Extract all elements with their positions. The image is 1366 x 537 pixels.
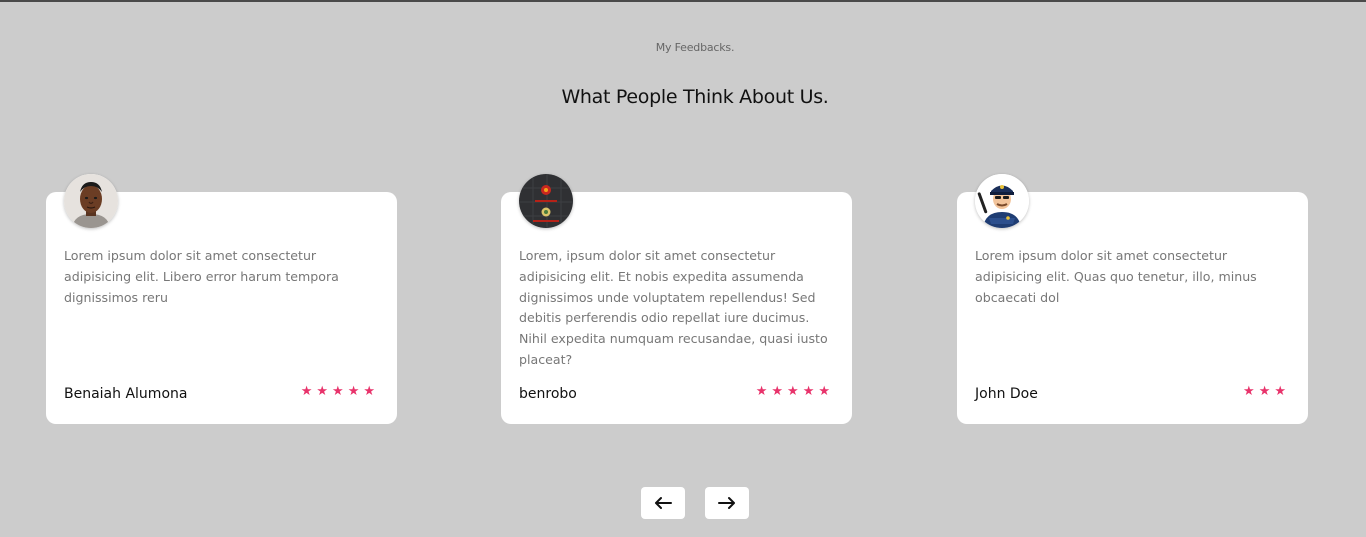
avatar: [519, 174, 573, 228]
rating-stars: ★★★: [1243, 384, 1290, 399]
police-officer-icon: [975, 174, 1029, 228]
star-icon: ★: [316, 384, 333, 399]
arrow-left-icon: [655, 497, 672, 509]
star-icon: ★: [771, 384, 788, 399]
star-icon: ★: [818, 384, 834, 399]
star-icon: ★: [300, 384, 317, 399]
star-icon: ★: [332, 384, 348, 399]
arrow-right-icon: [718, 497, 735, 509]
testimonial-author: benrobo: [519, 386, 577, 402]
testimonial-text: Lorem ipsum dolor sit amet consectetur a…: [64, 248, 339, 305]
testimonial-author: John Doe: [975, 386, 1038, 402]
robot-avatar-icon: [519, 174, 573, 228]
avatar: [64, 174, 118, 228]
previous-button[interactable]: [641, 487, 685, 519]
testimonial-card: Lorem ipsum dolor sit amet consectetur a…: [46, 174, 397, 424]
star-icon: ★: [802, 384, 819, 399]
testimonial-text: Lorem, ipsum dolor sit amet consectetur …: [519, 248, 828, 367]
testimonial-text: Lorem ipsum dolor sit amet consectetur a…: [975, 248, 1257, 305]
star-icon: ★: [755, 384, 772, 399]
testimonial-card: Lorem ipsum dolor sit amet consectetur a…: [957, 174, 1308, 424]
star-icon: ★: [1274, 384, 1290, 399]
section-eyebrow: My Feedbacks.: [655, 41, 735, 54]
next-button[interactable]: [705, 487, 749, 519]
rating-stars: ★★★★★: [756, 384, 834, 399]
star-icon: ★: [363, 384, 379, 399]
star-icon: ★: [1258, 384, 1275, 399]
star-icon: ★: [787, 384, 803, 399]
star-icon: ★: [1243, 384, 1259, 399]
testimonial-card: Lorem, ipsum dolor sit amet consectetur …: [501, 174, 852, 424]
testimonial-author: Benaiah Alumona: [64, 386, 188, 402]
rating-stars: ★★★★★: [301, 384, 379, 399]
man-portrait-icon: [64, 174, 118, 228]
section-heading: What People Think About Us.: [561, 86, 829, 108]
avatar: [975, 174, 1029, 228]
star-icon: ★: [347, 384, 364, 399]
